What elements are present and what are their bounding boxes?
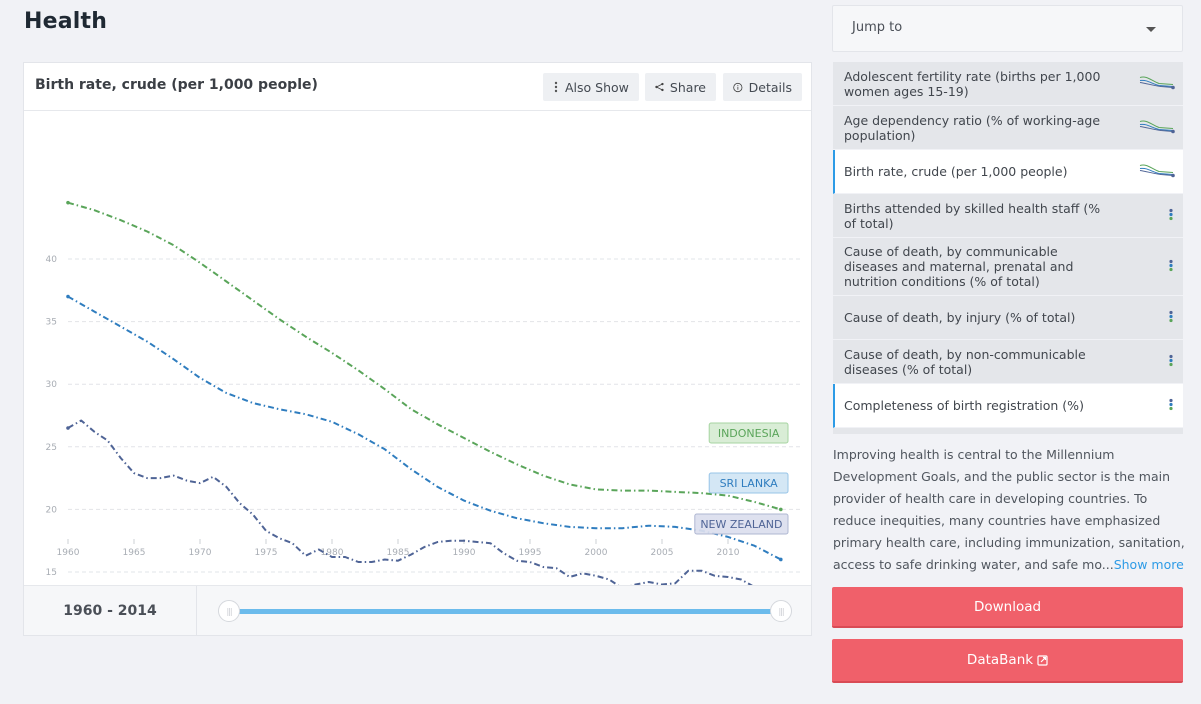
data-point xyxy=(66,426,70,430)
details-label: Details xyxy=(748,79,792,95)
x-tick-label: 1960 xyxy=(57,548,80,558)
chart-header: Birth rate, crude (per 1,000 people) Als… xyxy=(24,63,811,111)
y-tick-label: 20 xyxy=(46,505,58,515)
y-axis-ticks: 15 20 25 30 35 40 xyxy=(46,255,58,578)
share-label: Share xyxy=(669,79,706,95)
x-tick-label: 1995 xyxy=(519,548,542,558)
series-label-text: INDONESIA xyxy=(718,427,780,440)
data-point xyxy=(66,294,70,299)
indicator-item[interactable]: Births attended by skilled health staff … xyxy=(833,194,1183,238)
indicator-item[interactable]: Completeness of death registration with … xyxy=(833,428,1183,434)
indicator-list[interactable]: Adolescent fertility rate (births per 1,… xyxy=(833,62,1183,434)
sparkline-dots-icon xyxy=(1159,352,1175,371)
series-label-text: SRI LANKA xyxy=(720,477,779,490)
indicator-item[interactable]: Age dependency ratio (% of working-age p… xyxy=(833,106,1183,150)
x-tick-label: 1975 xyxy=(255,548,278,558)
data-point xyxy=(66,200,70,205)
grip-icon: ||| xyxy=(226,606,232,616)
share-button[interactable]: Share xyxy=(645,73,716,101)
series-label-sri-lanka: SRI LANKA xyxy=(708,472,789,494)
download-button[interactable]: Download xyxy=(832,587,1183,628)
indicator-label: Birth rate, crude (per 1,000 people) xyxy=(844,164,1068,179)
range-end-handle[interactable]: ||| xyxy=(770,600,792,622)
x-tick-label: 1965 xyxy=(123,548,146,558)
jump-to-dropdown[interactable]: Jump to xyxy=(832,5,1183,52)
series-line-indonesia xyxy=(67,201,782,511)
range-label: 1960 - 2014 xyxy=(24,586,197,636)
y-tick-label: 30 xyxy=(46,380,58,390)
y-tick-label: 35 xyxy=(46,318,57,328)
also-show-button[interactable]: Also Show xyxy=(543,73,639,101)
x-axis-ticks: 1960 1965 1970 1975 1980 1985 1990 1995 2000 2005… xyxy=(57,539,740,558)
sparkline-dots-icon xyxy=(1159,396,1175,415)
series-label-text: NEW ZEALAND xyxy=(700,518,782,531)
indicator-item[interactable]: Cause of death, by communicable diseases… xyxy=(833,238,1183,296)
indicator-item[interactable]: Cause of death, by non-communicable dise… xyxy=(833,340,1183,384)
sparkline-lines-icon xyxy=(1139,118,1175,137)
sparkline-lines-icon xyxy=(1139,74,1175,93)
y-tick-label: 15 xyxy=(46,568,57,578)
x-tick-label: 1970 xyxy=(189,548,212,558)
info-icon xyxy=(733,82,743,92)
topic-description: Improving health is central to the Mille… xyxy=(833,444,1185,576)
indicator-label: Adolescent fertility rate (births per 1,… xyxy=(844,68,1101,99)
external-link-icon xyxy=(1037,654,1048,666)
download-label: Download xyxy=(973,598,1042,615)
indicator-label: Births attended by skilled health staff … xyxy=(844,200,1101,231)
y-tick-label: 25 xyxy=(46,443,57,453)
vertical-dots-icon xyxy=(554,81,558,93)
x-tick-label: 1990 xyxy=(453,548,476,558)
series-label-indonesia: INDONESIA xyxy=(708,422,789,444)
series-labels: INDONESIA SRI LANKA NEW ZEALAND xyxy=(694,422,789,535)
series-line-sri-lanka xyxy=(67,295,782,561)
indicator-label: Cause of death, by injury (% of total) xyxy=(844,310,1076,325)
indicator-item[interactable]: Birth rate, crude (per 1,000 people) xyxy=(833,150,1183,194)
data-point xyxy=(779,557,783,562)
series-line-new-zealand xyxy=(67,419,753,585)
range-slider-track[interactable] xyxy=(230,609,782,614)
indicator-item[interactable]: Completeness of birth registration (%) xyxy=(833,384,1183,428)
series-lines xyxy=(66,200,783,585)
databank-button[interactable]: DataBank xyxy=(832,639,1183,683)
indicator-label: Cause of death, by communicable diseases… xyxy=(844,244,1074,289)
grid-lines xyxy=(68,258,802,573)
sparkline-lines-icon xyxy=(1139,162,1175,181)
jump-to-label: Jump to xyxy=(852,20,903,35)
indicator-item[interactable]: Adolescent fertility rate (births per 1,… xyxy=(833,62,1183,106)
data-point xyxy=(779,507,783,512)
line-chart: 152025303540 1960 1965 1970 1975 1980 1985 199… xyxy=(46,200,802,585)
sparkline-dots-icon xyxy=(1159,257,1175,276)
chart-title: Birth rate, crude (per 1,000 people) xyxy=(35,77,318,93)
databank-label: DataBank xyxy=(966,652,1034,668)
series-label-new-zealand: NEW ZEALAND xyxy=(694,513,789,535)
description-text: Improving health is central to the Mille… xyxy=(833,447,1185,572)
indicator-item[interactable]: Cause of death, by injury (% of total) xyxy=(833,296,1183,340)
x-tick-label: 2000 xyxy=(585,548,608,558)
indicator-label: Age dependency ratio (% of working-age p… xyxy=(844,112,1101,143)
y-tick-label: 40 xyxy=(46,255,58,265)
x-tick-label: 2005 xyxy=(651,548,674,558)
time-range-bar: 1960 - 2014 ||| ||| xyxy=(24,585,811,636)
indicator-label: Completeness of birth registration (%) xyxy=(844,398,1084,413)
sparkline-dots-icon xyxy=(1159,206,1175,225)
range-start-handle[interactable]: ||| xyxy=(218,600,240,622)
details-button[interactable]: Details xyxy=(723,73,802,101)
share-icon xyxy=(655,82,664,92)
x-tick-label: 2010 xyxy=(717,548,740,558)
x-tick-label: 1985 xyxy=(387,548,410,558)
caret-down-icon xyxy=(1146,27,1156,32)
grip-icon: ||| xyxy=(778,606,784,616)
show-more-link[interactable]: Show more xyxy=(1114,557,1184,572)
also-show-label: Also Show xyxy=(565,79,629,95)
indicator-label: Cause of death, by non-communicable dise… xyxy=(844,346,1086,377)
page-title: Health xyxy=(24,9,108,34)
sparkline-dots-icon xyxy=(1159,308,1175,327)
chart-card: Birth rate, crude (per 1,000 people) Als… xyxy=(23,62,812,636)
